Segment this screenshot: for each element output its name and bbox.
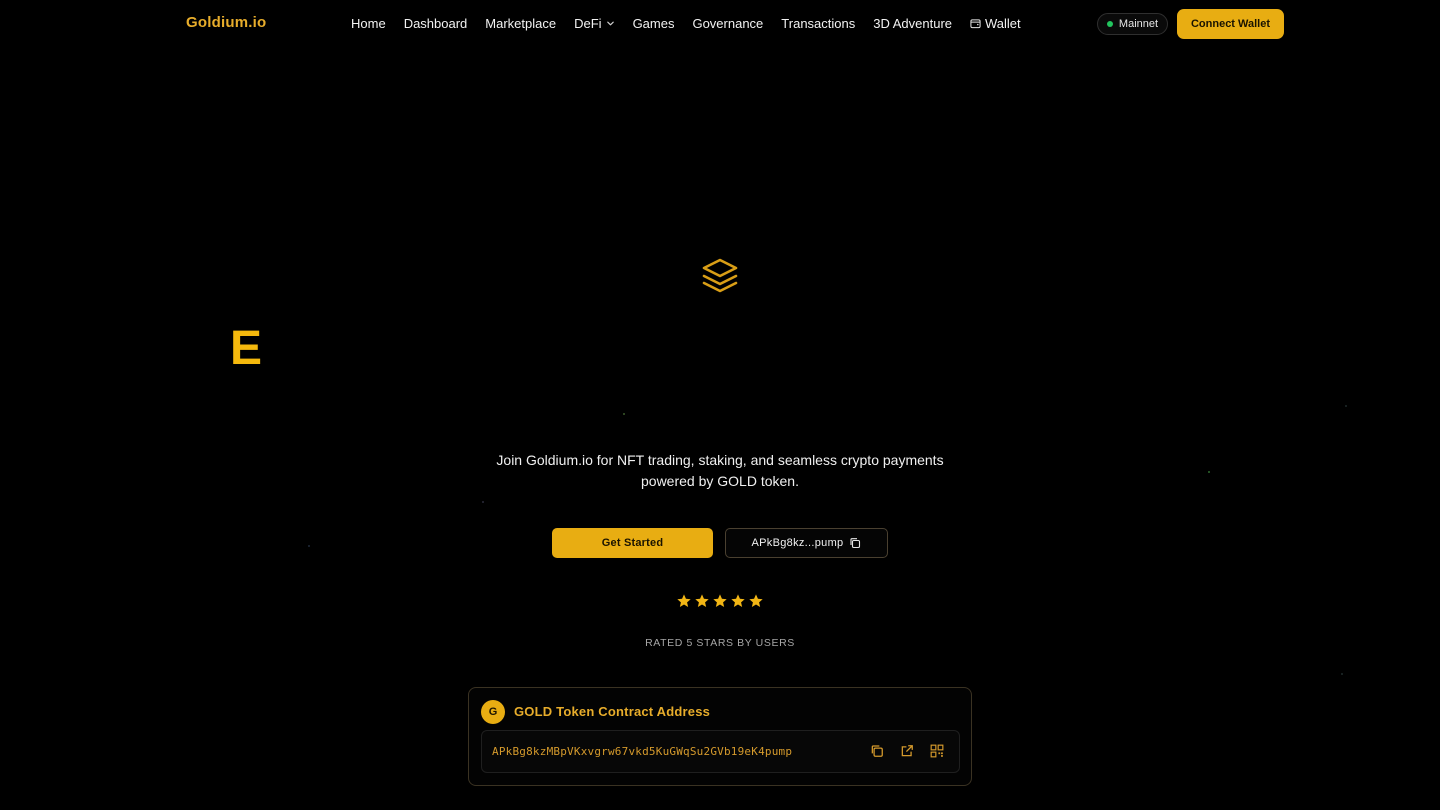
particle (1341, 673, 1343, 675)
particle (1345, 405, 1347, 407)
particle (308, 545, 310, 547)
nav-defi-label: DeFi (574, 16, 602, 31)
copy-icon[interactable] (870, 744, 886, 760)
network-badge[interactable]: Mainnet (1097, 13, 1168, 35)
copy-address-button[interactable]: APkBg8kz...pump (725, 528, 888, 558)
navbar: Goldium.io Home Dashboard Marketplace De… (0, 0, 1440, 48)
star-icon (749, 594, 763, 607)
star-icon (713, 594, 727, 607)
hero-tagline-line2: powered by GOLD token. (641, 473, 799, 489)
copy-icon (849, 537, 861, 549)
nav-governance[interactable]: Governance (692, 16, 763, 31)
nav-transactions-label: Transactions (781, 16, 856, 31)
particle (1208, 471, 1210, 473)
rating-stars (676, 593, 764, 609)
particle (482, 501, 484, 503)
site-logo[interactable]: Goldium.io (186, 14, 266, 31)
nav-transactions[interactable]: Transactions (781, 16, 855, 31)
nav-defi-dropdown[interactable]: DeFi (574, 16, 614, 31)
nav-marketplace[interactable]: Marketplace (485, 16, 556, 31)
page: Goldium.io Home Dashboard Marketplace De… (0, 0, 1440, 810)
qr-code-icon[interactable] (930, 744, 946, 760)
hero-heading-letter: E (230, 322, 263, 375)
star-icon (731, 594, 745, 607)
wallet-icon (970, 18, 981, 29)
chevron-down-icon (606, 19, 615, 28)
star-icon (695, 594, 709, 607)
nav-wallet-label: Wallet (985, 16, 1021, 31)
nav-wallet[interactable]: Wallet (970, 16, 1021, 31)
contract-address-box: APkBg8kzMBpVKxvgrw67vkd5KuGWqSu2GVb19eK4… (481, 730, 960, 773)
external-link-icon[interactable] (900, 744, 916, 760)
nav-home[interactable]: Home (351, 16, 386, 31)
network-label: Mainnet (1118, 18, 1159, 30)
token-badge: G (481, 700, 505, 724)
layers-icon (700, 256, 740, 296)
contract-card-title: GOLD Token Contract Address (514, 704, 711, 719)
nav-3d-adventure-label: 3D Adventure (873, 16, 953, 31)
hero-tagline: Join Goldium.io for NFT trading, staking… (470, 450, 970, 492)
nav-home-label: Home (351, 16, 386, 31)
get-started-button[interactable]: Get Started (552, 528, 713, 558)
connect-wallet-button[interactable]: Connect Wallet (1177, 9, 1284, 39)
contract-address-card: G GOLD Token Contract Address APkBg8kzMB… (468, 687, 972, 786)
nav-games[interactable]: Games (633, 16, 675, 31)
nav-governance-label: Governance (692, 16, 764, 31)
rating-label: RATED 5 STARS BY USERS (645, 637, 795, 649)
nav-links: Home Dashboard Marketplace DeFi Games Go… (351, 16, 1021, 31)
nav-marketplace-label: Marketplace (485, 16, 557, 31)
short-contract-address: APkBg8kz...pump (751, 537, 844, 549)
star-icon (677, 594, 691, 607)
nav-dashboard-label: Dashboard (403, 16, 468, 31)
network-status-dot (1106, 21, 1113, 27)
contract-address-text[interactable]: APkBg8kzMBpVKxvgrw67vkd5KuGWqSu2GVb19eK4… (492, 745, 792, 758)
hero-tagline-line1: Join Goldium.io for NFT trading, staking… (496, 452, 944, 468)
nav-3d-adventure[interactable]: 3D Adventure (873, 16, 952, 31)
nav-games-label: Games (632, 16, 675, 31)
nav-dashboard[interactable]: Dashboard (404, 16, 468, 31)
particle (623, 413, 625, 415)
